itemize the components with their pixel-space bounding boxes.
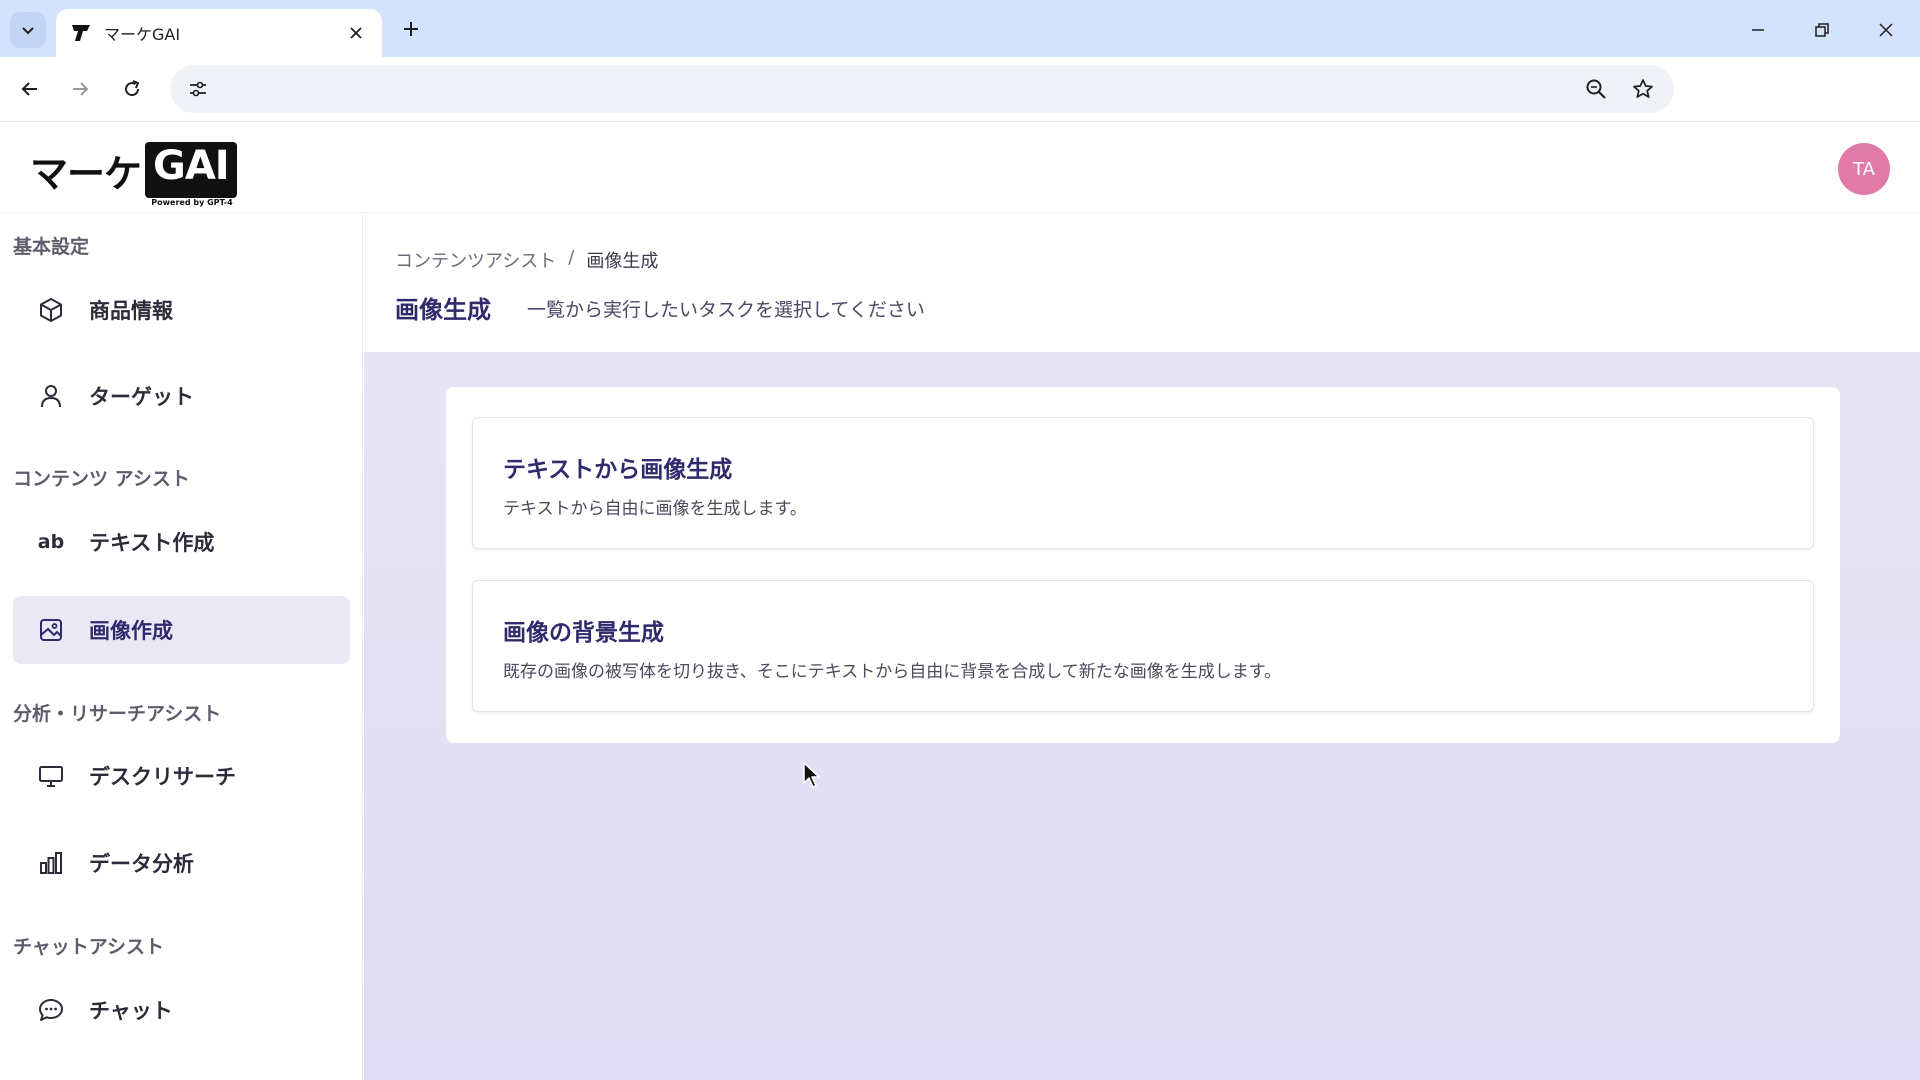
back-arrow-icon[interactable]	[12, 71, 48, 107]
browser-toolbar	[0, 57, 1920, 122]
avatar[interactable]: TA	[1838, 143, 1890, 195]
sidebar-section-chat-assist: チャットアシスト	[13, 936, 165, 958]
sidebar-item-label: テキスト作成	[89, 531, 215, 555]
sidebar-item-label: デスクリサーチ	[89, 765, 236, 789]
sidebar-item-label: 画像作成	[89, 619, 173, 643]
minimize-icon[interactable]	[1740, 12, 1776, 48]
sidebar-item-label: データ分析	[89, 852, 194, 876]
sidebar-item-label: ターゲット	[89, 385, 194, 409]
card-title: 画像の背景生成	[503, 620, 664, 646]
sidebar-section-basic: 基本設定	[13, 236, 90, 258]
restore-icon[interactable]	[1804, 12, 1840, 48]
task-card-background-generation[interactable]: 画像の背景生成 既存の画像の被写体を切り抜き、そこにテキストから自由に背景を合成…	[472, 580, 1814, 712]
ab-text-icon: ab	[37, 531, 65, 553]
sidebar-item-image-creation[interactable]: 画像作成	[13, 596, 350, 664]
sidebar-section-analysis-research: 分析・リサーチアシスト	[13, 703, 222, 725]
close-tab-icon[interactable]	[344, 21, 368, 45]
app-favicon-icon	[72, 25, 90, 41]
monitor-icon	[35, 760, 67, 792]
tab-search-button[interactable]	[10, 12, 46, 48]
tab-title: マーケGAI	[104, 25, 181, 44]
image-icon	[35, 614, 67, 646]
sidebar-item-target[interactable]: ターゲット	[13, 362, 350, 430]
sidebar-item-data-analysis[interactable]: データ分析	[13, 829, 350, 897]
app-header: マーケ GAI Powered by GPT-4 TA	[0, 123, 1920, 213]
breadcrumb-item-content-assist[interactable]: コンテンツアシスト	[395, 247, 556, 273]
address-bar[interactable]	[170, 65, 1674, 113]
card-title: テキストから画像生成	[503, 457, 733, 483]
person-icon	[35, 380, 67, 412]
sidebar-item-desk-research[interactable]: デスクリサーチ	[13, 742, 350, 810]
card-description: テキストから自由に画像を生成します。	[503, 499, 807, 519]
new-tab-plus-icon[interactable]	[396, 14, 426, 44]
browser-tab-bar: マーケGAI	[0, 0, 1920, 57]
logo-powered-by: Powered by GPT-4	[149, 198, 235, 207]
bar-chart-icon	[35, 847, 67, 879]
browser-tab[interactable]: マーケGAI	[56, 9, 382, 57]
zoom-magnifier-icon[interactable]	[1580, 73, 1612, 105]
site-info-icon[interactable]	[182, 73, 214, 105]
close-window-icon[interactable]	[1868, 12, 1904, 48]
reload-icon[interactable]	[114, 71, 150, 107]
sidebar-section-content-assist: コンテンツ アシスト	[13, 468, 190, 490]
app-logo[interactable]: マーケ GAI Powered by GPT-4	[30, 141, 237, 207]
bookmark-star-icon[interactable]	[1627, 73, 1659, 105]
mouse-cursor-icon	[803, 762, 820, 788]
sidebar-item-label: 商品情報	[89, 299, 173, 323]
cube-icon	[35, 294, 67, 326]
task-list-panel: テキストから画像生成 テキストから自由に画像を生成します。 画像の背景生成 既存…	[446, 387, 1840, 743]
breadcrumb: コンテンツアシスト / 画像生成	[395, 247, 658, 273]
sidebar-item-chat[interactable]: チャット	[13, 976, 350, 1044]
page-description: 一覧から実行したいタスクを選択してください	[527, 299, 925, 321]
logo-kana: マーケ	[30, 151, 142, 196]
logo-gai: GAI	[153, 143, 230, 189]
page-title: 画像生成	[395, 296, 491, 324]
page-header: コンテンツアシスト / 画像生成 画像生成 一覧から実行したいタスクを選択してく…	[364, 214, 1920, 352]
sidebar: 基本設定 商品情報 ターゲット コンテンツ アシスト ab テキスト作成 画像作…	[0, 214, 363, 1080]
sidebar-item-product-info[interactable]: 商品情報	[13, 276, 350, 344]
chevron-down-icon	[22, 27, 34, 35]
chat-bubble-icon	[35, 994, 67, 1026]
card-description: 既存の画像の被写体を切り抜き、そこにテキストから自由に背景を合成して新たな画像を…	[503, 662, 1282, 682]
sidebar-item-label: チャット	[89, 999, 173, 1023]
forward-arrow-icon[interactable]	[62, 71, 98, 107]
sidebar-item-text-creation[interactable]: ab テキスト作成	[13, 508, 350, 576]
breadcrumb-separator: /	[568, 247, 575, 268]
task-card-text-to-image[interactable]: テキストから画像生成 テキストから自由に画像を生成します。	[472, 417, 1814, 549]
breadcrumb-item-current: 画像生成	[586, 251, 659, 272]
logo-gai-box: GAI Powered by GPT-4	[145, 142, 237, 207]
main-content: テキストから画像生成 テキストから自由に画像を生成します。 画像の背景生成 既存…	[364, 352, 1920, 1080]
